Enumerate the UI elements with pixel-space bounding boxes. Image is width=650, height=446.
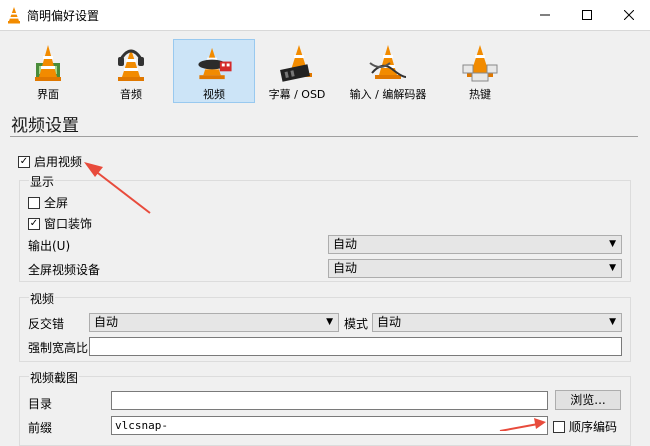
tab-video[interactable]: 视频 bbox=[173, 39, 255, 103]
window-decorations-label: 窗口装饰 bbox=[44, 217, 93, 231]
mode-value: 自动 bbox=[377, 315, 402, 329]
mode-select[interactable]: 自动 ▼ bbox=[372, 313, 622, 332]
fullscreen-device-select[interactable]: 自动 ▼ bbox=[328, 259, 622, 278]
tab-label: 视频 bbox=[203, 88, 225, 101]
display-group-title: 显示 bbox=[29, 173, 56, 190]
heading-divider bbox=[10, 136, 638, 137]
deinterlace-value: 自动 bbox=[94, 315, 119, 329]
maximize-button[interactable] bbox=[564, 0, 610, 30]
video-cone-icon bbox=[198, 47, 232, 80]
window-title: 简明偏好设置 bbox=[27, 9, 100, 23]
mode-label: 模式 bbox=[344, 317, 369, 331]
sequential-numbering-label: 顺序编码 bbox=[569, 420, 618, 434]
checkbox-box[interactable] bbox=[28, 196, 40, 209]
fullscreen-label: 全屏 bbox=[44, 196, 69, 210]
maximize-icon bbox=[582, 10, 592, 20]
video-group-title: 视频 bbox=[29, 290, 56, 307]
tab-label: 热键 bbox=[469, 88, 491, 101]
fullscreen-device-label: 全屏视频设备 bbox=[28, 263, 101, 277]
aspect-ratio-input[interactable] bbox=[89, 337, 622, 356]
dropdown-arrow-icon: ▼ bbox=[609, 239, 616, 249]
sequential-numbering-checkbox[interactable]: 顺序编码 bbox=[553, 418, 617, 435]
deinterlace-label: 反交错 bbox=[28, 317, 65, 331]
dropdown-arrow-icon: ▼ bbox=[609, 263, 616, 273]
tab-label: 界面 bbox=[37, 88, 59, 101]
check-mark-icon: ✓ bbox=[19, 155, 29, 167]
directory-label: 目录 bbox=[28, 397, 53, 411]
close-button[interactable] bbox=[606, 0, 650, 30]
checkbox-box[interactable]: ✓ bbox=[28, 217, 40, 230]
subtitle-cone-icon bbox=[280, 45, 312, 82]
prefix-input[interactable]: vlcsnap- bbox=[111, 416, 548, 435]
tab-interface[interactable]: 界面 bbox=[16, 39, 80, 103]
fullscreen-device-value: 自动 bbox=[333, 261, 358, 275]
check-mark-icon: ✓ bbox=[29, 217, 39, 229]
tab-label: 输入 / 编解码器 bbox=[349, 88, 427, 101]
aspect-ratio-label: 强制宽高比 bbox=[28, 341, 89, 355]
prefix-label: 前缀 bbox=[28, 421, 53, 435]
interface-cone-icon bbox=[35, 45, 61, 81]
fullscreen-checkbox[interactable]: 全屏 bbox=[28, 194, 68, 211]
output-label: 输出(U) bbox=[28, 239, 71, 253]
enable-video-checkbox[interactable]: ✓ 启用视频 bbox=[18, 153, 82, 170]
deinterlace-select[interactable]: 自动 ▼ bbox=[89, 313, 339, 332]
dropdown-arrow-icon: ▼ bbox=[326, 317, 333, 327]
snapshot-group bbox=[19, 376, 631, 446]
dropdown-arrow-icon: ▼ bbox=[609, 317, 616, 327]
snapshot-group-title: 视频截图 bbox=[29, 369, 80, 386]
minimize-icon bbox=[540, 14, 550, 16]
page-title: 视频设置 bbox=[11, 116, 79, 136]
directory-input[interactable] bbox=[111, 391, 548, 410]
output-select-value: 自动 bbox=[333, 237, 358, 251]
title-bar: 简明偏好设置 bbox=[0, 0, 650, 30]
tab-input-codecs[interactable]: 输入 / 编解码器 bbox=[343, 39, 433, 103]
close-icon bbox=[624, 10, 634, 20]
audio-headphones-cone-icon bbox=[118, 49, 144, 81]
title-divider bbox=[0, 30, 650, 31]
tab-label: 字幕 / OSD bbox=[268, 88, 326, 101]
category-toolbar: 界面 音频 视频 字幕 / OSD 输入 / 编解码器 热键 bbox=[0, 36, 650, 106]
window-decorations-checkbox[interactable]: ✓ 窗口装饰 bbox=[28, 215, 92, 232]
tab-subtitles-osd[interactable]: 字幕 / OSD bbox=[260, 39, 334, 103]
vlc-app-icon bbox=[8, 7, 20, 24]
tab-audio[interactable]: 音频 bbox=[99, 39, 163, 103]
enable-video-label: 启用视频 bbox=[34, 155, 83, 169]
minimize-button[interactable] bbox=[522, 0, 568, 30]
input-codec-cone-icon bbox=[369, 45, 407, 79]
checkbox-box[interactable]: ✓ bbox=[18, 155, 30, 168]
hotkeys-cone-icon bbox=[462, 45, 498, 82]
browse-button[interactable]: 浏览... bbox=[555, 390, 621, 410]
tab-label: 音频 bbox=[120, 88, 142, 101]
output-select[interactable]: 自动 ▼ bbox=[328, 235, 622, 254]
tab-hotkeys[interactable]: 热键 bbox=[448, 39, 512, 103]
